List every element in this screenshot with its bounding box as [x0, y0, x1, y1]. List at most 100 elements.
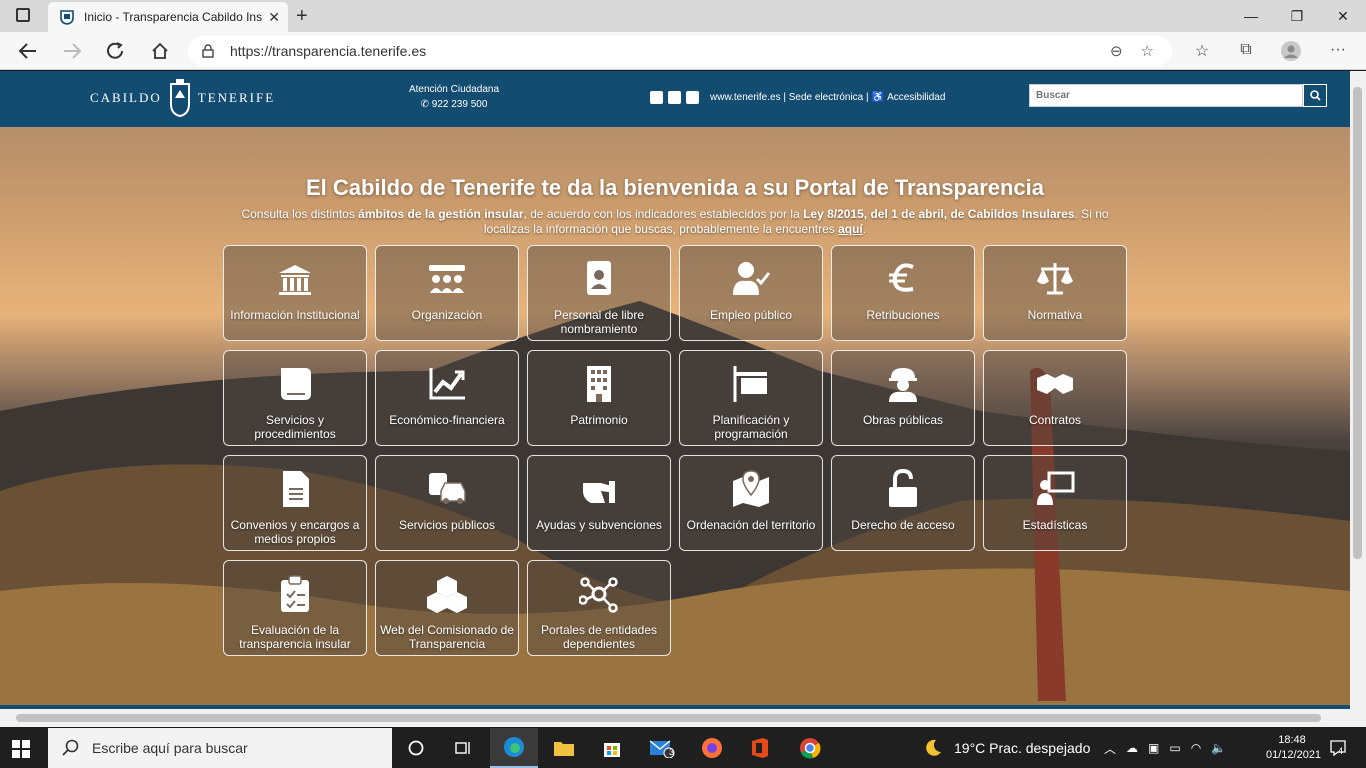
category-card-5[interactable]: Retribuciones [831, 245, 975, 341]
cortana-icon[interactable] [392, 728, 440, 768]
new-tab-icon[interactable]: + [296, 5, 308, 28]
meet-now-icon[interactable]: ▣ [1148, 741, 1159, 755]
header-links[interactable]: www.tenerife.es | Sede electrónica | [710, 92, 869, 103]
atencion-phone[interactable]: 922 239 500 [432, 99, 488, 110]
edge-icon[interactable] [490, 728, 538, 768]
horizontal-scroll-thumb[interactable] [16, 714, 1321, 722]
onedrive-icon[interactable]: ☁ [1126, 741, 1138, 755]
search-button[interactable] [1303, 84, 1327, 107]
profile-avatar[interactable] [1281, 41, 1301, 61]
firefox-icon[interactable] [688, 728, 736, 768]
category-card-label: Servicios y procedimientos [254, 413, 336, 441]
vertical-scroll-thumb[interactable] [1353, 87, 1362, 559]
category-card-12[interactable]: Contratos [983, 350, 1127, 446]
mail-icon[interactable]: 3 [638, 728, 686, 768]
facebook-icon[interactable] [668, 91, 681, 104]
windows-start-icon[interactable] [12, 740, 30, 758]
store-icon[interactable] [588, 728, 636, 768]
category-card-16[interactable]: Ordenación del territorio [679, 455, 823, 551]
mail-badge: 3 [669, 747, 675, 757]
category-card-13[interactable]: Convenios y encargos a medios propios [223, 455, 367, 551]
search-input[interactable] [1029, 84, 1303, 107]
add-favorite-icon[interactable]: ☆ [1141, 42, 1154, 60]
refresh-icon[interactable] [106, 42, 126, 60]
category-card-17[interactable]: Derecho de acceso [831, 455, 975, 551]
browser-toolbar: https://transparencia.tenerife.es ⊖ ☆ ☆ … [0, 32, 1366, 70]
category-card-18[interactable]: Estadísticas [983, 455, 1127, 551]
category-card-label: Ayudas y subvenciones [536, 518, 662, 532]
site-header: CABILDO TENERIFE Atención Ciudadana ✆ 92… [0, 71, 1350, 127]
back-icon[interactable] [18, 42, 38, 60]
volume-icon[interactable]: 🔈 [1211, 741, 1226, 755]
category-card-4[interactable]: Empleo público [679, 245, 823, 341]
file-explorer-icon[interactable] [540, 728, 588, 768]
lock-icon[interactable] [202, 44, 214, 58]
minimize-icon[interactable]: — [1228, 0, 1274, 32]
system-tray: ︿ ☁ ▣ ▭ ◠ 🔈 [1104, 728, 1226, 768]
category-card-1[interactable]: Información Institucional [223, 245, 367, 341]
category-card-label: Económico-financiera [389, 413, 505, 427]
notification-center-icon[interactable]: 4 [1330, 740, 1346, 756]
chevron-up-icon[interactable]: ︿ [1104, 740, 1116, 757]
category-card-11[interactable]: Obras públicas [831, 350, 975, 446]
scroll-icon [275, 365, 315, 403]
notification-count: 4 [1338, 746, 1344, 756]
taskbar-search[interactable]: Escribe aquí para buscar [48, 728, 392, 768]
restore-icon[interactable]: ❐ [1274, 0, 1320, 32]
social-links: www.tenerife.es | Sede electrónica | ♿ A… [650, 91, 945, 104]
category-card-label: Empleo público [709, 308, 793, 322]
category-card-label: Servicios públicos [398, 518, 496, 532]
favorites-icon[interactable]: ☆ [1192, 41, 1212, 61]
category-card-19[interactable]: Evaluación de la transparencia insular [223, 560, 367, 656]
document-icon [275, 470, 315, 508]
browser-tab[interactable]: Inicio - Transparencia Cabildo Ins ✕ [48, 2, 288, 32]
category-card-label: Ordenación del territorio [686, 518, 816, 532]
category-card-6[interactable]: Normativa [983, 245, 1127, 341]
category-card-14[interactable]: Servicios públicos [375, 455, 519, 551]
address-bar[interactable]: https://transparencia.tenerife.es ⊖ ☆ [188, 36, 1172, 66]
category-card-label: Normativa [1027, 308, 1083, 322]
more-icon[interactable]: ··· [1328, 41, 1348, 61]
twitter-icon[interactable] [650, 91, 663, 104]
institution-icon [275, 260, 315, 298]
atencion-ciudadana: Atención Ciudadana ✆ 922 239 500 [398, 84, 510, 110]
forward-icon[interactable] [62, 42, 82, 60]
category-card-label: Información Institucional [230, 308, 360, 322]
cubes-icon [427, 575, 467, 613]
zoom-icon[interactable]: ⊖ [1110, 42, 1123, 60]
wifi-icon[interactable]: ◠ [1191, 741, 1201, 755]
category-card-10[interactable]: Planificación y programación [679, 350, 823, 446]
task-view-icon[interactable] [440, 728, 488, 768]
clock-time: 18:48 [1278, 734, 1306, 746]
category-card-2[interactable]: Organización [375, 245, 519, 341]
accesibilidad-link[interactable]: Accesibilidad [887, 92, 945, 103]
clipboard-check-icon [275, 575, 315, 613]
category-card-7[interactable]: Servicios y procedimientos [223, 350, 367, 446]
instagram-icon[interactable] [686, 91, 699, 104]
close-window-icon[interactable]: ✕ [1320, 0, 1366, 32]
sign-icon [731, 365, 771, 403]
battery-icon[interactable]: ▭ [1169, 741, 1180, 755]
handshake-icon [1035, 365, 1075, 403]
weather-widget[interactable]: 19°C Prac. despejado [922, 728, 1090, 768]
office-icon[interactable] [736, 728, 784, 768]
category-card-8[interactable]: Económico-financiera [375, 350, 519, 446]
category-card-3[interactable]: Personal de libre nombramiento [527, 245, 671, 341]
tab-actions-icon[interactable] [16, 8, 30, 22]
chrome-icon[interactable] [786, 728, 834, 768]
close-tab-icon[interactable]: ✕ [268, 9, 280, 26]
hero-section: El Cabildo de Tenerife te da la bienveni… [0, 175, 1350, 237]
category-card-9[interactable]: Patrimonio [527, 350, 671, 446]
horizontal-scrollbar[interactable] [0, 709, 1366, 727]
category-card-15[interactable]: Ayudas y subvenciones [527, 455, 671, 551]
category-card-21[interactable]: Portales de entidades dependientes [527, 560, 671, 656]
category-card-20[interactable]: Web del Comisionado de Transparencia [375, 560, 519, 656]
web-page: CABILDO TENERIFE Atención Ciudadana ✆ 92… [0, 71, 1350, 709]
collections-icon[interactable]: ⧉ [1236, 41, 1256, 61]
home-icon[interactable] [150, 42, 170, 60]
aqui-link[interactable]: aquí [838, 222, 863, 236]
vertical-scrollbar[interactable] [1350, 71, 1366, 709]
clock[interactable]: 18:48 01/12/2021 [1266, 733, 1321, 763]
cabildo-logo[interactable]: CABILDO TENERIFE [90, 78, 275, 118]
people-icon [427, 260, 467, 298]
